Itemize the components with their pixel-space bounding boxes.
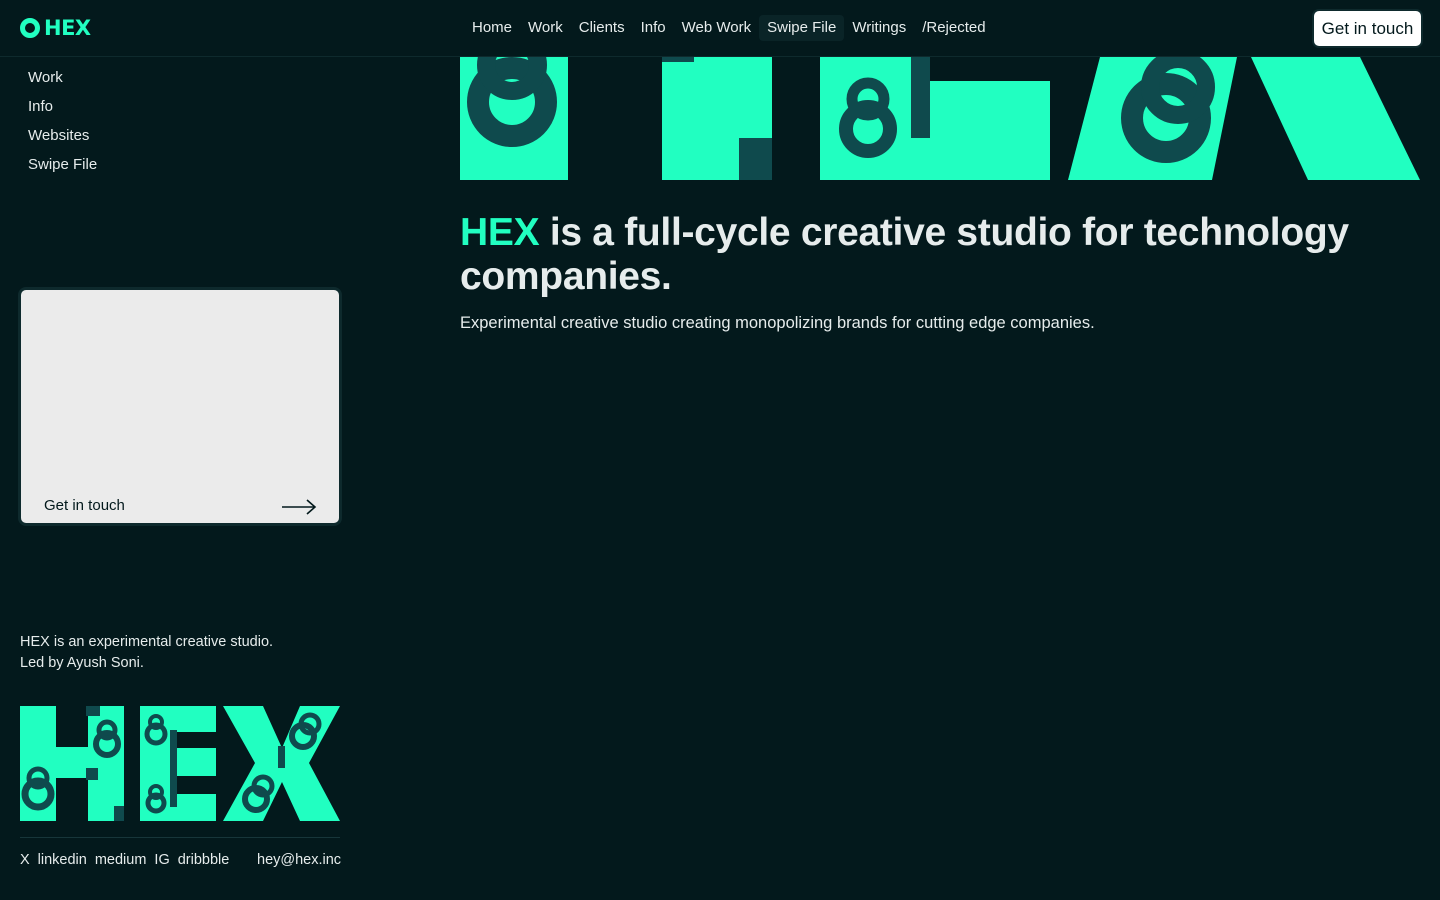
arrow-right-icon [282,499,317,515]
hex-logo[interactable]: HEX [20,16,91,40]
social-medium[interactable]: medium [95,852,147,868]
get-in-touch-button[interactable]: Get in touch [1314,11,1421,46]
sidebar-item-swipe-file[interactable]: Swipe File [28,156,97,185]
about-line-2: Led by Ayush Soni. [20,655,144,671]
hero-headline: HEX is a full-cycle creative studio for … [460,211,1420,299]
social-ig[interactable]: IG [154,852,169,868]
nav-rejected[interactable]: /Rejected [914,15,993,41]
nav-clients[interactable]: Clients [571,15,633,41]
sidebar-item-websites[interactable]: Websites [28,127,97,156]
nav-writings[interactable]: Writings [844,15,914,41]
contact-card-label: Get in touch [44,497,125,514]
nav-work[interactable]: Work [520,15,571,41]
sidebar-item-info[interactable]: Info [28,98,97,127]
hex-wordmark-graphic [20,706,340,821]
headline-text: is a full-cycle creative studio for tech… [460,211,1349,298]
nav-swipe-file[interactable]: Swipe File [759,15,845,41]
top-bar: HEX Home Work Clients Info Web Work Swip… [0,0,1440,57]
social-links: X linkedin medium IG dribbble [20,852,229,868]
nav-info[interactable]: Info [633,15,674,41]
social-dribbble[interactable]: dribbble [178,852,230,868]
sidebar-item-work[interactable]: Work [28,69,97,98]
nav-web-work[interactable]: Web Work [674,15,759,41]
sidebar-links: Work Info Websites Swipe File [28,69,97,185]
contact-card[interactable]: Get in touch [18,287,342,526]
logo-ring-icon [20,18,40,38]
hero-hex-graphic [460,57,1420,180]
social-x[interactable]: X [20,852,30,868]
nav-home[interactable]: Home [464,15,520,41]
headline-brand: HEX [460,211,540,254]
studio-about: HEX is an experimental creative studio. … [20,632,273,674]
about-line-1: HEX is an experimental creative studio. [20,634,274,650]
main-nav: Home Work Clients Info Web Work Swipe Fi… [464,15,994,41]
contact-email[interactable]: hey@hex.inc [257,852,341,868]
logo-text: HEX [44,16,91,40]
hero-subline: Experimental creative studio creating mo… [460,314,1095,332]
sidebar-divider [20,837,340,838]
social-linkedin[interactable]: linkedin [38,852,87,868]
